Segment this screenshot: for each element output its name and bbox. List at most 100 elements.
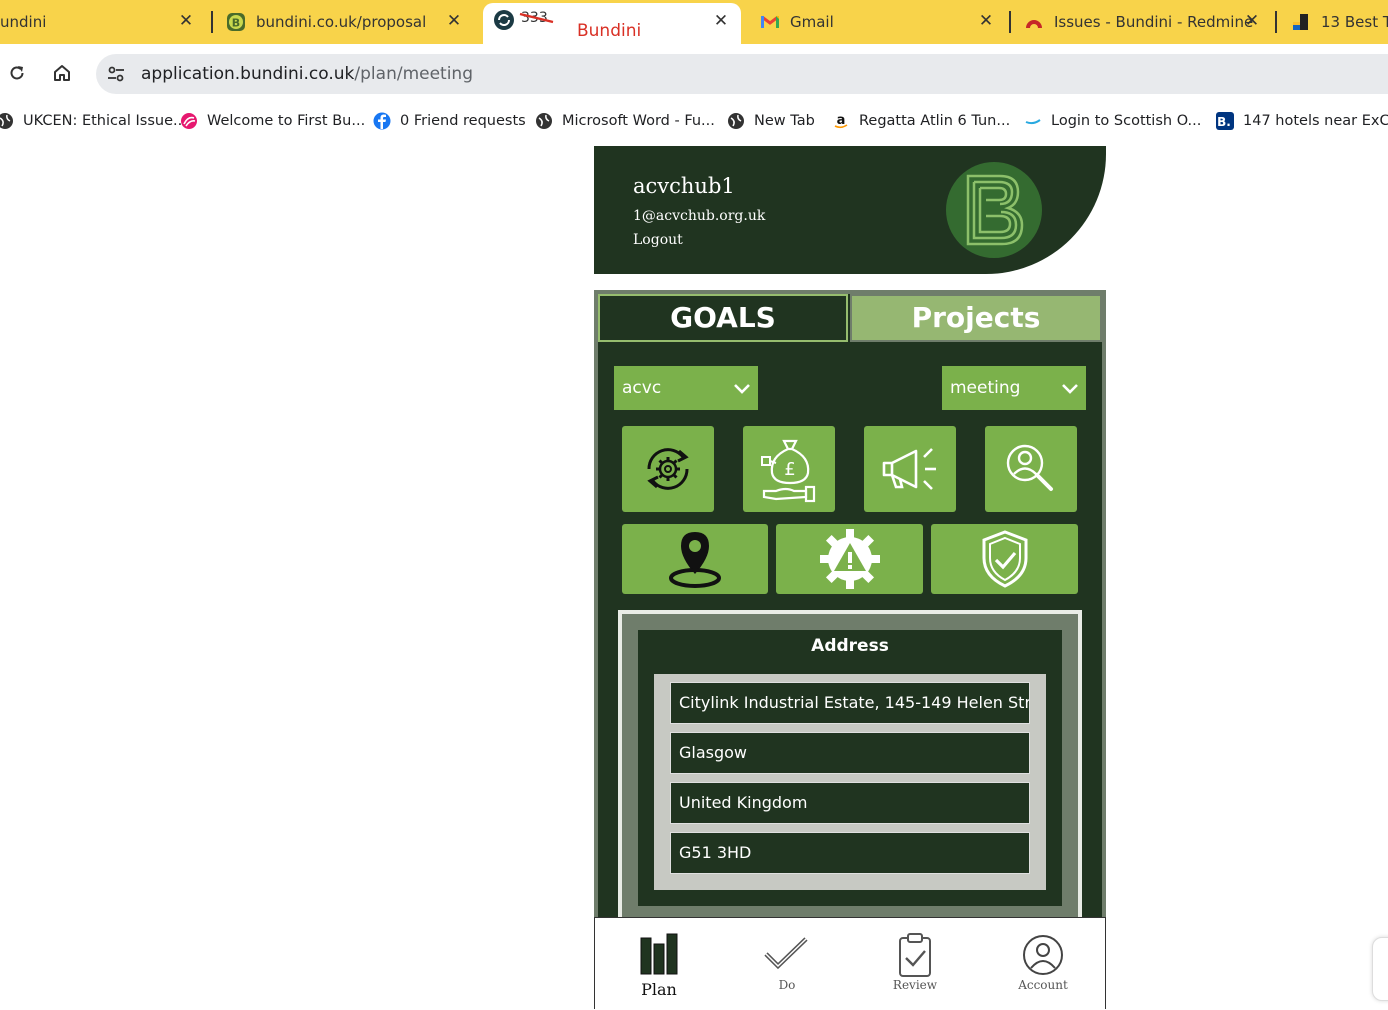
type-select[interactable]: meeting <box>942 366 1086 410</box>
tab-goals[interactable]: GOALS <box>598 294 848 342</box>
logout-link[interactable]: Logout <box>633 232 683 248</box>
bookmark-label: New Tab <box>754 113 815 129</box>
close-icon[interactable]: ✕ <box>711 11 731 31</box>
browser-tab-bundini-partial[interactable]: undini ✕ <box>0 0 200 44</box>
bookmark-firstbus[interactable]: Welcome to First Bu... <box>180 109 365 133</box>
nav-account[interactable]: Account <box>979 918 1107 1010</box>
tab-separator <box>1275 11 1277 33</box>
bundini-b-icon: B <box>227 13 245 31</box>
facebook-icon <box>373 112 391 130</box>
country-field[interactable]: United Kingdom <box>670 782 1030 824</box>
nav-label: Account <box>1018 978 1068 992</box>
tab-title: Bundini <box>577 21 642 41</box>
chevron-down-icon <box>734 384 750 394</box>
shield-check-icon <box>982 530 1027 588</box>
tab-separator <box>211 11 213 33</box>
close-icon[interactable]: ✕ <box>976 11 996 31</box>
firstbus-icon <box>181 113 197 129</box>
tile-location-pin[interactable] <box>622 524 768 594</box>
gmail-icon <box>761 15 779 28</box>
bookmark-regatta[interactable]: a Regatta Atlin 6 Tun... <box>832 109 1010 133</box>
close-icon[interactable]: ✕ <box>1242 11 1262 31</box>
site-settings-icon[interactable] <box>106 64 126 84</box>
globe-icon <box>536 113 552 129</box>
nav-do[interactable]: Do <box>723 918 851 1010</box>
close-icon[interactable]: ✕ <box>444 11 464 31</box>
organisation-select[interactable]: acvc <box>614 366 758 410</box>
svg-text:£: £ <box>784 459 795 480</box>
amazon-icon: a <box>834 113 848 129</box>
url-domain: application.bundini.co.uk <box>141 64 355 84</box>
megaphone-icon <box>882 448 936 490</box>
bookmark-facebook[interactable]: 0 Friend requests <box>373 109 526 133</box>
browser-tab-gmail[interactable]: Gmail ✕ <box>760 0 996 44</box>
bookmark-site-icon <box>1293 14 1308 30</box>
user-email: 1@acvchub.org.uk <box>633 208 766 224</box>
bookmarks-bar: UKCEN: Ethical Issue... Welcome to First… <box>0 100 1388 142</box>
address-line-1-field[interactable]: Citylink Industrial Estate, 145-149 Hele… <box>670 682 1030 724</box>
tab-projects[interactable]: Projects <box>850 294 1102 342</box>
browser-tab-bundini-active[interactable]: 333 Bundini ✕ <box>483 3 741 47</box>
address-fields: Citylink Industrial Estate, 145-149 Hele… <box>654 674 1046 890</box>
bookmark-label: Microsoft Word - Fu... <box>562 113 715 129</box>
tab-strip: undini ✕ B bundini.co.uk/proposal ✕ 333 … <box>0 0 1388 47</box>
nav-review[interactable]: Review <box>851 918 979 1010</box>
account-circle-icon <box>1023 935 1063 975</box>
browser-tab-proposal[interactable]: B bundini.co.uk/proposal ✕ <box>226 0 464 44</box>
tile-megaphone[interactable] <box>864 426 956 512</box>
bundini-logo <box>946 162 1042 258</box>
home-icon[interactable] <box>52 63 72 83</box>
address-bar[interactable]: application.bundini.co.uk/plan/meeting <box>96 54 1388 94</box>
bundini-favicon <box>494 10 514 30</box>
tile-person-search[interactable] <box>985 426 1077 512</box>
type-select-value: meeting <box>950 378 1021 398</box>
close-icon[interactable]: ✕ <box>176 11 196 31</box>
url-path: /plan/meeting <box>354 64 473 84</box>
globe-icon <box>728 113 744 129</box>
booking-icon: B. <box>1216 112 1234 130</box>
tile-warning-gear[interactable] <box>776 524 923 594</box>
tab-title: undini <box>0 13 47 31</box>
swoosh-icon <box>1025 119 1041 125</box>
svg-text:B: B <box>232 17 240 30</box>
browser-toolbar: application.bundini.co.uk/plan/meeting <box>0 44 1388 100</box>
nav-label: Review <box>892 978 938 992</box>
address-title: Address <box>811 636 889 656</box>
reload-icon[interactable] <box>7 63 27 83</box>
tab-title: Issues - Bundini - Redmine <box>1054 13 1254 31</box>
tile-shield-check[interactable] <box>931 524 1078 594</box>
user-name: acvchub1 <box>633 174 735 198</box>
browser-tab-13-best[interactable]: 13 Best Te <box>1291 0 1388 44</box>
gear-cycle-icon <box>647 448 689 490</box>
side-panel-handle[interactable] <box>1372 937 1388 1001</box>
strike-line <box>519 12 554 24</box>
nav-label: Plan <box>641 980 677 999</box>
app-header: acvchub1 1@acvchub.org.uk Logout <box>594 146 1106 274</box>
tab-separator <box>1009 11 1011 33</box>
location-pin-icon <box>669 532 721 588</box>
bookmark-label: Welcome to First Bu... <box>207 113 366 129</box>
address-section: Address Citylink Industrial Estate, 145-… <box>618 610 1082 918</box>
checkmark-icon <box>764 937 808 970</box>
bookmark-hotels[interactable]: B. 147 hotels near ExC... <box>1216 109 1388 133</box>
bookmark-scottish[interactable]: Login to Scottish O... <box>1024 109 1201 133</box>
person-search-icon <box>1006 444 1053 491</box>
tile-money-hand[interactable]: £ <box>743 426 835 512</box>
bookmark-ukcen[interactable]: UKCEN: Ethical Issue... <box>0 109 187 133</box>
bookmark-microsoft-word[interactable]: Microsoft Word - Fu... <box>535 109 715 133</box>
city-field[interactable]: Glasgow <box>670 732 1030 774</box>
clipboard-check-icon <box>899 933 931 977</box>
tab-title: 13 Best Te <box>1321 13 1388 31</box>
tile-gear-cycle[interactable] <box>622 426 714 512</box>
nav-plan[interactable]: Plan <box>595 918 723 1010</box>
tab-title: bundini.co.uk/proposal <box>256 13 427 31</box>
postcode-field[interactable]: G51 3HD <box>670 832 1030 874</box>
money-hand-icon: £ <box>761 439 816 503</box>
url-text: application.bundini.co.uk/plan/meeting <box>141 54 473 94</box>
nav-label: Do <box>778 978 796 992</box>
address-card: Address Citylink Industrial Estate, 145-… <box>638 630 1062 906</box>
tab-title: Gmail <box>790 13 834 31</box>
bar-chart-icon <box>640 933 678 975</box>
bookmark-new-tab[interactable]: New Tab <box>727 109 815 133</box>
browser-tab-redmine[interactable]: Issues - Bundini - Redmine ✕ <box>1024 0 1262 44</box>
